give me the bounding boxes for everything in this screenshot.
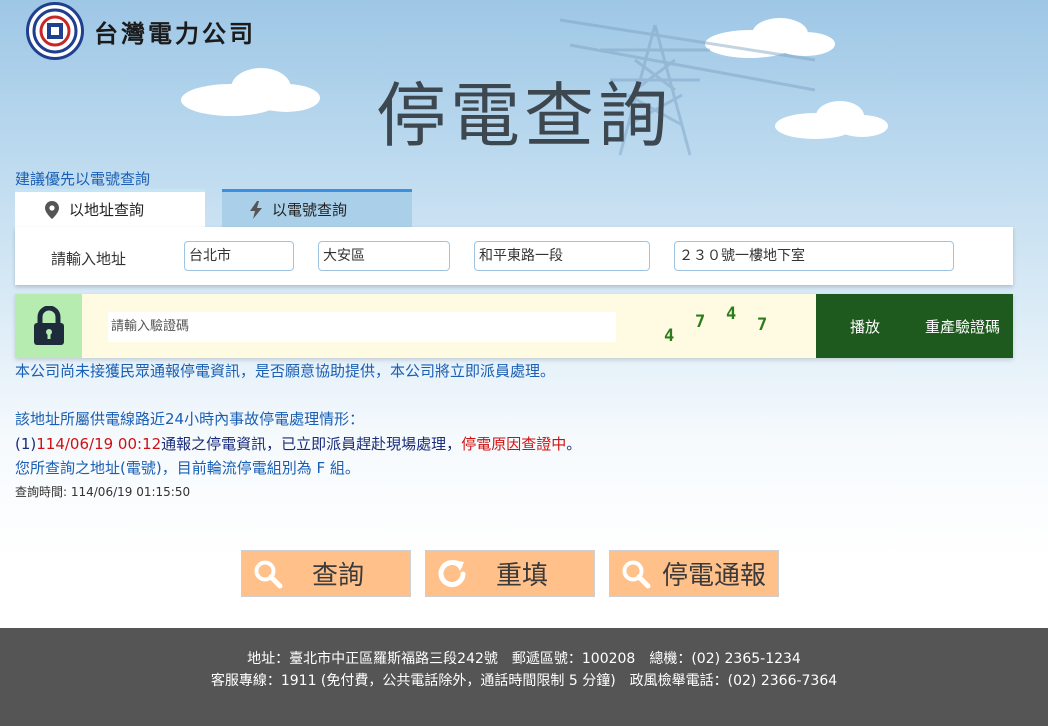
district-select[interactable]: 大安區 xyxy=(318,241,450,271)
item-text: 通報之停電資訊，已立即派員趕赴現場處理， xyxy=(161,435,462,453)
not-reported-message: 本公司尚未接獲民眾通報停電資訊，是否願意協助提供，本公司將立即派員處理。 xyxy=(15,362,556,380)
item-time: 114/06/19 00:12 xyxy=(36,435,162,453)
item-end: 。 xyxy=(566,435,582,453)
cloud-decoration xyxy=(181,68,320,116)
item-status: 停電原因查證中 xyxy=(461,435,567,453)
taipower-emblem-icon xyxy=(26,2,84,60)
report-outage-button-label: 停電通報 xyxy=(662,561,767,591)
lock-icon xyxy=(33,306,64,345)
regenerate-captcha-button[interactable]: 重產驗證碼 xyxy=(925,316,1000,337)
lightning-icon xyxy=(250,200,262,219)
road-select[interactable]: 和平東路一段 xyxy=(474,241,650,271)
query-button[interactable]: 查詢 xyxy=(241,550,411,597)
footer: 地址：臺北市中正區羅斯福路三段242號 郵遞區號：100208 總機：(02) … xyxy=(0,628,1048,726)
footer-contact-line: 客服專線：1911 (免付費，公共電話除外，通話時間限制 5 分鐘) 政風檢舉電… xyxy=(210,673,838,689)
play-audio-button[interactable]: 播放 xyxy=(850,316,880,337)
outage-report-item: (1)114/06/19 00:12通報之停電資訊，已立即派員趕赴現場處理，停電… xyxy=(15,433,581,454)
captcha-actions: 播放 重產驗證碼 xyxy=(816,294,1013,358)
circuit-status-heading: 該地址所屬供電線路近24小時內事故停電處理情形： xyxy=(15,410,365,428)
query-time: 查詢時間: 114/06/19 01:15:50 xyxy=(15,485,191,499)
map-pin-icon xyxy=(45,200,59,219)
reset-button[interactable]: 重填 xyxy=(425,550,595,597)
page-title: 停電查詢 xyxy=(376,75,672,157)
reset-button-label: 重填 xyxy=(496,561,549,591)
rotation-group-message: 您所查詢之地址(電號)，目前輪流停電組別為 F 組。 xyxy=(15,459,360,477)
tab-address-query[interactable]: 以地址查詢 xyxy=(15,189,205,227)
captcha-char: 7 xyxy=(757,315,768,335)
search-icon xyxy=(610,559,662,589)
city-select[interactable]: 台北市 xyxy=(184,241,294,271)
tab-label: 以地址查詢 xyxy=(69,201,145,219)
address-label: 請輸入地址 xyxy=(51,250,127,268)
company-name: 台灣電力公司 xyxy=(94,18,256,48)
company-logo[interactable]: 台灣電力公司 xyxy=(26,2,256,60)
address-detail-input[interactable]: ２３０號一樓地下室 xyxy=(674,241,954,271)
captcha-input[interactable]: 請輸入驗證碼 xyxy=(108,312,616,342)
refresh-icon xyxy=(426,558,478,590)
captcha-char: 4 xyxy=(664,326,675,346)
search-icon xyxy=(242,559,294,589)
captcha-image: 4 7 4 7 xyxy=(655,300,805,352)
query-button-label: 查詢 xyxy=(312,561,365,591)
captcha-bar: 請輸入驗證碼 4 7 4 7 播放 重產驗證碼 xyxy=(15,294,1013,358)
item-prefix: (1) xyxy=(15,435,37,453)
tab-account-number-query[interactable]: 以電號查詢 xyxy=(222,189,412,227)
footer-address-line: 地址：臺北市中正區羅斯福路三段242號 郵遞區號：100208 總機：(02) … xyxy=(247,651,801,667)
tab-label: 以電號查詢 xyxy=(272,201,348,219)
lock-icon-box xyxy=(15,294,82,358)
report-outage-button[interactable]: 停電通報 xyxy=(609,550,779,597)
query-hint: 建議優先以電號查詢 xyxy=(15,170,151,188)
captcha-char: 4 xyxy=(726,304,737,324)
captcha-char: 7 xyxy=(695,312,706,332)
address-form: 請輸入地址 台北市 大安區 和平東路一段 ２３０號一樓地下室 xyxy=(15,227,1013,285)
